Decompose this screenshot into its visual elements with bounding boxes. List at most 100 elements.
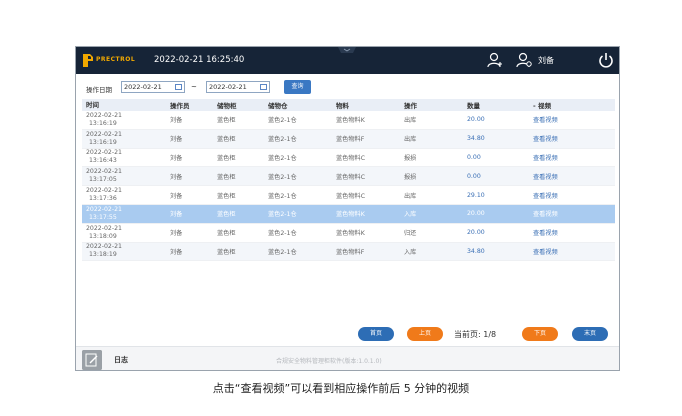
cell-cabinet: 蓝色柜	[217, 248, 236, 256]
cell-bin: 蓝色2-1仓	[268, 136, 297, 144]
cell-time: 2022-02-21 13:17:05	[82, 168, 170, 184]
table-row[interactable]: 2022-02-21 13:16:43 刘备 蓝色柜 蓝色2-1仓 蓝色物料C 报损 0.00…	[82, 149, 615, 168]
table-row[interactable]: 2022-02-21 13:17:55 刘备 蓝色柜 蓝色2-1仓 蓝色物料K 入库 20.0…	[82, 204, 615, 224]
cell-operator: 刘备	[170, 136, 183, 144]
cell-material: 蓝色物料F	[336, 136, 365, 144]
cell-time: 2022-02-21 13:16:43	[82, 149, 170, 165]
cell-date: 2022-02-21	[86, 111, 122, 119]
filter-label: 操作日期	[86, 86, 112, 94]
cell-time: 2022-02-21 13:17:36	[82, 187, 170, 203]
cell-date: 2022-02-21	[86, 205, 122, 213]
cell-quantity: 0.00	[467, 153, 481, 161]
power-icon[interactable]	[597, 51, 615, 69]
prev-page-button[interactable]: 上页	[407, 327, 443, 341]
cell-bin: 蓝色2-1仓	[268, 248, 297, 256]
table-row[interactable]: 2022-02-21 13:18:09 刘备 蓝色柜 蓝色2-1仓 蓝色物料K 归还 20.0…	[82, 224, 615, 243]
cell-operator: 刘备	[170, 192, 183, 200]
cell-quantity: 29.10	[467, 191, 485, 199]
table-row[interactable]: 2022-02-21 13:17:05 刘备 蓝色柜 蓝色2-1仓 蓝色物料C 报损 0.00…	[82, 167, 615, 187]
view-video-link[interactable]: 查看视频	[533, 209, 613, 218]
cell-bin: 蓝色2-1仓	[268, 117, 297, 125]
cell-date: 2022-02-21	[86, 187, 122, 195]
cell-quantity: 0.00	[467, 172, 481, 180]
cell-bin: 蓝色2-1仓	[268, 211, 297, 219]
log-label[interactable]: 日志	[114, 355, 128, 365]
cell-bin: 蓝色2-1仓	[268, 230, 297, 238]
cell-clock-time: 13:16:19	[89, 138, 117, 146]
table-row[interactable]: 2022-02-21 13:16:19 刘备 蓝色柜 蓝色2-1仓 蓝色物料F 出库 34.8…	[82, 129, 615, 149]
next-page-button[interactable]: 下页	[522, 327, 558, 341]
header-material: 物料	[336, 102, 349, 110]
cell-cabinet: 蓝色柜	[217, 173, 236, 181]
cell-material: 蓝色物料C	[336, 192, 366, 200]
date-separator: ~	[191, 83, 197, 91]
view-video-link[interactable]: 查看视频	[533, 191, 613, 200]
cell-action: 入库	[404, 248, 417, 256]
cell-quantity: 20.00	[467, 210, 485, 218]
header-bin: 储物仓	[268, 102, 288, 110]
first-page-button[interactable]: 首页	[358, 327, 394, 341]
username: 刘备	[538, 56, 554, 65]
cell-cabinet: 蓝色柜	[217, 230, 236, 238]
cell-material: 蓝色物料K	[336, 230, 365, 238]
view-video-link[interactable]: 查看视频	[533, 153, 613, 162]
user-settings-icon[interactable]	[515, 51, 533, 69]
calendar-icon[interactable]	[260, 84, 267, 90]
app-window: PRECTROL 2022-02-21 16:25:40 刘备 操作日期 202…	[75, 46, 620, 371]
page-info: 当前页: 1/8	[454, 330, 497, 339]
view-video-link[interactable]: 查看视频	[533, 228, 613, 237]
cell-material: 蓝色物料C	[336, 154, 366, 162]
cell-cabinet: 蓝色柜	[217, 192, 236, 200]
cell-action: 出库	[404, 136, 417, 144]
operations-table: 时间 操作员 储物柜 储物仓 物料 操作 数量 - 视频 2022-02-21 1…	[82, 99, 615, 262]
cell-material: 蓝色物料K	[336, 117, 365, 125]
cell-date: 2022-02-21	[86, 130, 122, 138]
cell-operator: 刘备	[170, 230, 183, 238]
header-quantity: 数量	[467, 102, 480, 110]
view-video-link[interactable]: 查看视频	[533, 115, 613, 124]
cell-action: 出库	[404, 117, 417, 125]
caption: 点击“查看视频”可以看到相应操作前后 5 分钟的视频	[212, 382, 470, 395]
cell-material: 蓝色物料C	[336, 173, 366, 181]
cell-date: 2022-02-21	[86, 224, 122, 232]
date-from-input[interactable]: 2022-02-21	[121, 81, 185, 93]
calendar-icon[interactable]	[175, 84, 182, 90]
date-from-value: 2022-02-21	[124, 83, 162, 91]
title-bar: PRECTROL 2022-02-21 16:25:40 刘备	[76, 47, 619, 74]
table-row[interactable]: 2022-02-21 13:16:19 刘备 蓝色柜 蓝色2-1仓 蓝色物料K 出库 20.0…	[82, 111, 615, 130]
cell-quantity: 20.00	[467, 229, 485, 237]
query-button[interactable]: 查询	[284, 80, 311, 94]
cell-action: 入库	[404, 211, 417, 219]
cell-date: 2022-02-21	[86, 149, 122, 157]
header-action: 操作	[404, 102, 417, 110]
table-header: 时间 操作员 储物柜 储物仓 物料 操作 数量 - 视频	[82, 99, 615, 111]
cell-quantity: 20.00	[467, 116, 485, 124]
cell-quantity: 34.80	[467, 247, 485, 255]
header-time: 时间	[86, 101, 99, 109]
pagination: 首页 上页 当前页: 1/8 下页 末页	[76, 327, 619, 345]
cell-bin: 蓝色2-1仓	[268, 173, 297, 181]
view-video-link[interactable]: 查看视频	[533, 247, 613, 256]
view-video-link[interactable]: 查看视频	[533, 172, 613, 181]
cell-quantity: 34.80	[467, 135, 485, 143]
cell-action: 报损	[404, 154, 417, 162]
logo-text: PRECTROL	[96, 56, 136, 63]
table-row[interactable]: 2022-02-21 13:17:36 刘备 蓝色柜 蓝色2-1仓 蓝色物料C 出库 29.1…	[82, 186, 615, 205]
logo: PRECTROL	[82, 53, 140, 68]
log-icon[interactable]	[82, 350, 102, 370]
cell-time: 2022-02-21 13:18:19	[82, 243, 170, 259]
user-icon[interactable]	[486, 51, 504, 69]
date-to-input[interactable]: 2022-02-21	[206, 81, 270, 93]
cell-operator: 刘备	[170, 173, 183, 181]
table-row[interactable]: 2022-02-21 13:18:19 刘备 蓝色柜 蓝色2-1仓 蓝色物料F 入库 34.8…	[82, 242, 615, 262]
chevron-down-icon[interactable]	[338, 47, 356, 53]
last-page-button[interactable]: 末页	[572, 327, 608, 341]
cell-cabinet: 蓝色柜	[217, 136, 236, 144]
view-video-link[interactable]: 查看视频	[533, 134, 613, 143]
cell-material: 蓝色物料F	[336, 248, 365, 256]
cell-clock-time: 13:17:55	[89, 213, 117, 221]
cell-time: 2022-02-21 13:16:19	[82, 112, 170, 128]
header-operator: 操作员	[170, 102, 190, 110]
clock-datetime: 2022-02-21 16:25:40	[154, 55, 245, 65]
cell-clock-time: 13:16:19	[89, 119, 117, 127]
